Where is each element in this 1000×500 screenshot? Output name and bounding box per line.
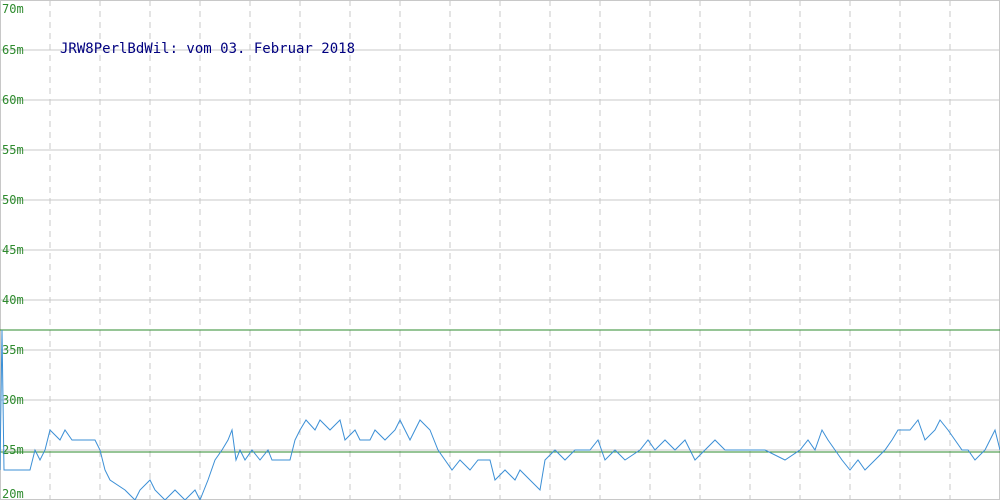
y-tick-label: 55m <box>2 143 24 157</box>
y-tick-label: 20m <box>2 487 24 500</box>
y-tick-label: 65m <box>2 43 24 57</box>
y-tick-label: 50m <box>2 193 24 207</box>
y-tick-label: 60m <box>2 93 24 107</box>
y-tick-label: 40m <box>2 293 24 307</box>
y-tick-label: 30m <box>2 393 24 407</box>
y-tick-label: 25m <box>2 443 24 457</box>
y-tick-label: 70m <box>2 2 24 16</box>
y-tick-label: 35m <box>2 343 24 357</box>
y-tick-label: 45m <box>2 243 24 257</box>
line-chart: 20m 25m 30m 35m 40m 45m 50m 55m 60m 65m 70m JRW8Pe… <box>0 0 1000 500</box>
chart-title: JRW8PerlBdWil: vom 03. Februar 2018 <box>60 41 355 57</box>
